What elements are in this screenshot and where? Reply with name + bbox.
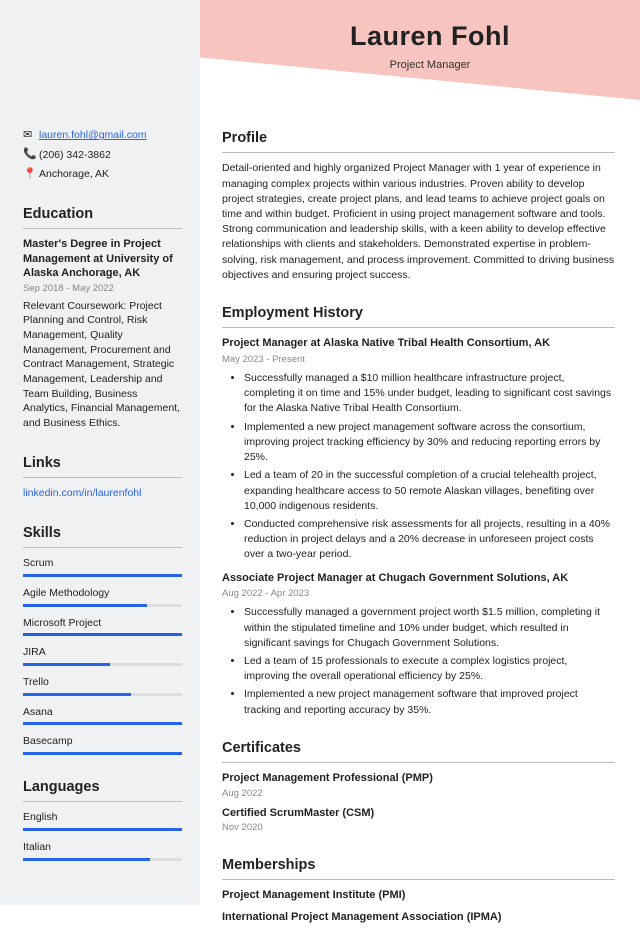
certificate-date: Nov 2020 [222,821,615,834]
job-dates: May 2023 - Present [222,353,615,366]
divider [23,547,182,548]
linkedin-link[interactable]: linkedin.com/in/laurenfohl [23,487,141,499]
job-entry: Associate Project Manager at Chugach Gov… [222,571,615,718]
skill-bar [23,633,182,636]
job-bullet: Successfully managed a $10 million healt… [244,371,615,417]
certificate-entry: Certified ScrumMaster (CSM)Nov 2020 [222,806,615,835]
skill-item: Agile Methodology [23,586,182,607]
contact-email: ✉ lauren.fohl@gmail.com [23,128,182,143]
job-bullet: Implemented a new project management sof… [244,687,615,717]
skills-heading: Skills [23,523,182,543]
divider [23,228,182,229]
languages-heading: Languages [23,777,182,797]
job-title: Project Manager at Alaska Native Tribal … [222,336,615,351]
email-icon: ✉ [23,128,39,143]
skill-name: Agile Methodology [23,586,182,601]
links-heading: Links [23,453,182,473]
divider [222,327,615,328]
phone-text: (206) 342-3862 [39,148,111,163]
location-text: Anchorage, AK [39,167,109,182]
name: Lauren Fohl [220,18,640,56]
skill-name: Trello [23,675,182,690]
job-bullets: Successfully managed a government projec… [222,605,615,718]
job-bullets: Successfully managed a $10 million healt… [222,371,615,563]
employment-heading: Employment History [222,303,615,323]
job-bullet: Conducted comprehensive risk assessments… [244,517,615,563]
membership-entry: International Project Management Associa… [222,910,615,925]
certificate-date: Aug 2022 [222,787,615,800]
language-name: English [23,810,182,825]
divider [222,879,615,880]
email-link[interactable]: lauren.fohl@gmail.com [39,128,147,143]
skill-bar [23,604,182,607]
skill-name: Microsoft Project [23,616,182,631]
certificate-title: Certified ScrumMaster (CSM) [222,806,615,821]
skill-name: JIRA [23,645,182,660]
language-item: English [23,810,182,831]
job-bullet: Led a team of 15 professionals to execut… [244,654,615,684]
job-bullet: Implemented a new project management sof… [244,420,615,466]
divider [23,801,182,802]
certificate-entry: Project Management Professional (PMP)Aug… [222,771,615,800]
skill-item: Asana [23,705,182,726]
job-title: Associate Project Manager at Chugach Gov… [222,571,615,586]
education-text: Relevant Coursework: Project Planning an… [23,299,182,431]
profile-text: Detail-oriented and highly organized Pro… [222,161,615,283]
divider [222,152,615,153]
language-name: Italian [23,840,182,855]
job-bullet: Led a team of 20 in the successful compl… [244,468,615,514]
language-bar [23,828,182,831]
skill-name: Basecamp [23,734,182,749]
job-dates: Aug 2022 - Apr 2023 [222,587,615,600]
education-heading: Education [23,204,182,224]
certificates-heading: Certificates [222,738,615,758]
skill-name: Scrum [23,556,182,571]
job-bullet: Successfully managed a government projec… [244,605,615,651]
sidebar: ✉ lauren.fohl@gmail.com 📞 (206) 342-3862… [0,0,200,905]
contact-location: 📍 Anchorage, AK [23,167,182,182]
skill-item: Trello [23,675,182,696]
language-bar [23,858,182,861]
education-degree: Master's Degree in Project Management at… [23,237,182,280]
membership-entry: Project Management Institute (PMI) [222,888,615,903]
education-dates: Sep 2018 - May 2022 [23,282,182,295]
divider [222,762,615,763]
skill-bar [23,693,182,696]
skill-item: Basecamp [23,734,182,755]
skill-bar [23,574,182,577]
skill-bar [23,752,182,755]
main-content: Profile Detail-oriented and highly organ… [200,100,640,944]
memberships-heading: Memberships [222,855,615,875]
skill-name: Asana [23,705,182,720]
certificate-title: Project Management Professional (PMP) [222,771,615,786]
job-title: Project Manager [220,58,640,73]
language-item: Italian [23,840,182,861]
skill-item: Microsoft Project [23,616,182,637]
profile-heading: Profile [222,128,615,148]
job-entry: Project Manager at Alaska Native Tribal … [222,336,615,562]
phone-icon: 📞 [23,147,39,162]
skill-bar [23,722,182,725]
skill-item: Scrum [23,556,182,577]
contact-phone: 📞 (206) 342-3862 [23,147,182,162]
location-icon: 📍 [23,167,39,182]
skill-bar [23,663,182,666]
skill-item: JIRA [23,645,182,666]
divider [23,477,182,478]
